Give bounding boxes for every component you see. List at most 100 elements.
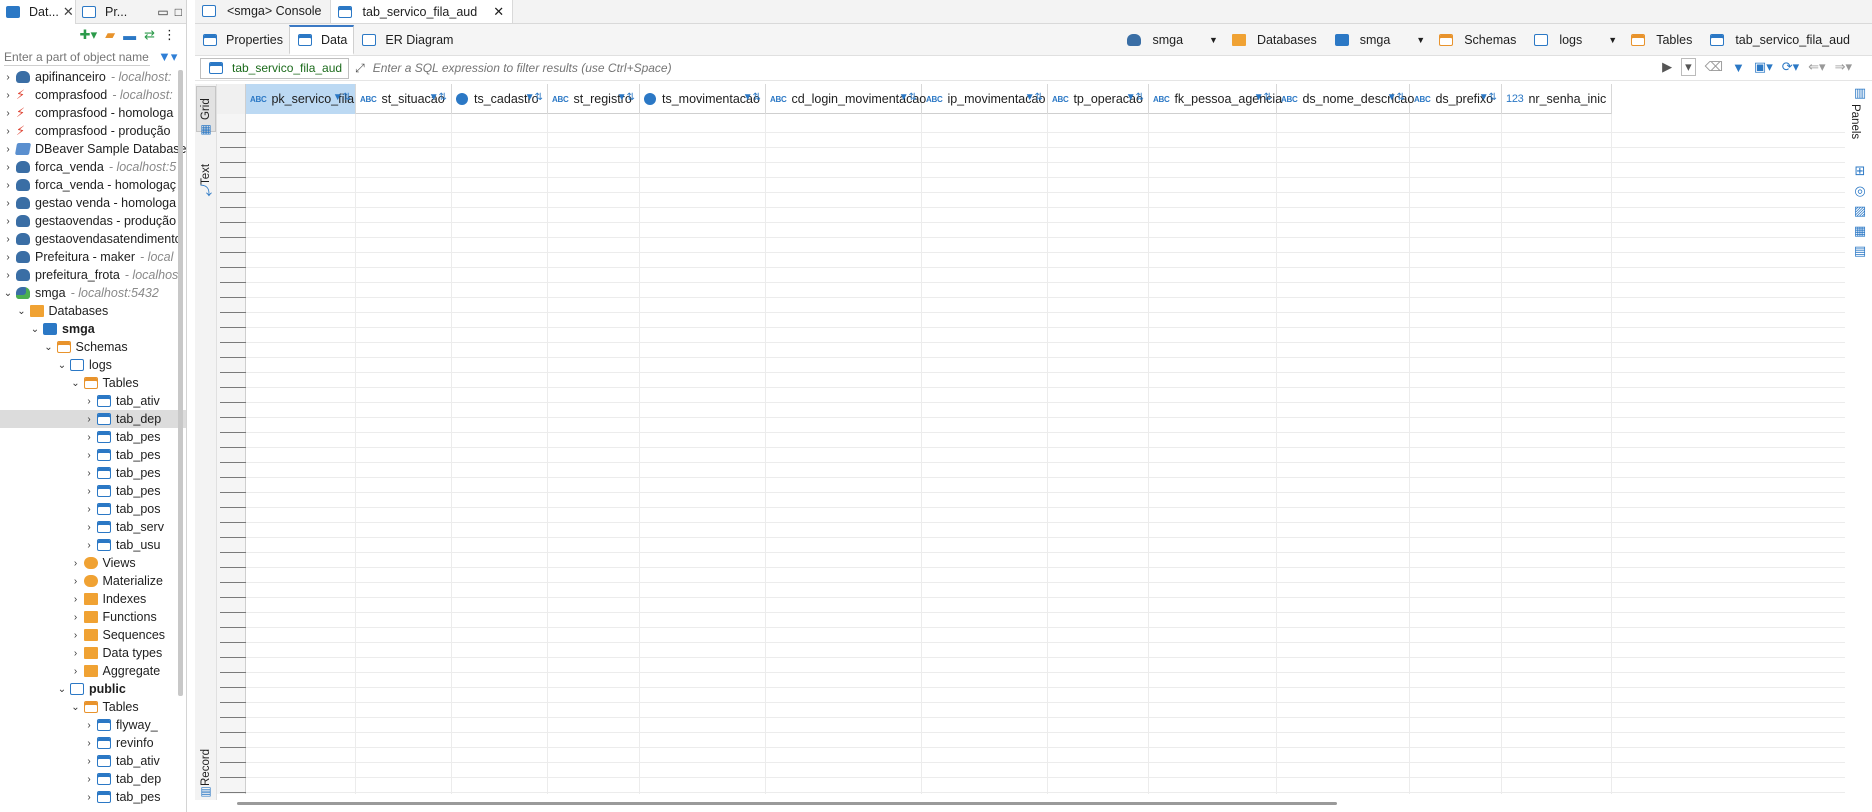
grid-body[interactable] bbox=[246, 114, 1845, 794]
chevron-right-icon[interactable]: › bbox=[83, 540, 95, 551]
chevron-right-icon[interactable]: › bbox=[2, 180, 14, 191]
chevron-right-icon[interactable]: › bbox=[83, 414, 95, 425]
chevron-down-icon[interactable]: ▼ bbox=[1209, 35, 1218, 45]
tree-node[interactable]: ⌄ Schemas bbox=[0, 338, 186, 356]
chevron-down-icon[interactable]: ▼ bbox=[1416, 35, 1425, 45]
breadcrumb-item[interactable]: Schemas bbox=[1464, 33, 1516, 47]
grouping-icon[interactable]: ▨ bbox=[1853, 204, 1867, 218]
chevron-down-icon[interactable]: ▼ bbox=[1608, 35, 1617, 45]
tree-node[interactable]: ⌄ Tables bbox=[0, 698, 186, 716]
column-header[interactable]: ABC ds_prefixo ▼⇅ bbox=[1410, 84, 1502, 114]
chevron-right-icon[interactable]: › bbox=[83, 432, 95, 443]
breadcrumb-item[interactable]: Databases bbox=[1257, 33, 1317, 47]
tree-node[interactable]: › tab_dep bbox=[0, 410, 186, 428]
tree-node[interactable]: › gestao venda - homologa bbox=[0, 194, 186, 212]
tree-node[interactable]: › Views bbox=[0, 554, 186, 572]
breadcrumb-item[interactable]: logs bbox=[1559, 33, 1582, 47]
breadcrumb-item[interactable]: tab_servico_fila_aud bbox=[1735, 33, 1850, 47]
column-header[interactable]: ABC ds_nome_descricao ▼⇅ bbox=[1277, 84, 1414, 114]
tree-node[interactable]: › ⚡ comprasfood - produção bbox=[0, 122, 186, 140]
column-filter-sort-icon[interactable]: ▼⇅ bbox=[1479, 92, 1497, 103]
collapse-all-icon[interactable]: ▬ bbox=[123, 28, 136, 43]
maximize-icon[interactable]: □ bbox=[175, 5, 182, 19]
column-header[interactable]: ts_movimentacao ▼⇅ bbox=[640, 84, 766, 114]
filter-history-icon[interactable]: ▾ bbox=[1681, 58, 1696, 76]
tab-er-diagram[interactable]: ER Diagram bbox=[354, 25, 459, 55]
tree-node[interactable]: › gestaovendas - produção bbox=[0, 212, 186, 230]
chevron-right-icon[interactable]: › bbox=[2, 126, 14, 137]
close-icon[interactable]: ✕ bbox=[63, 4, 74, 20]
tree-node[interactable]: › Aggregate bbox=[0, 662, 186, 680]
column-header[interactable]: ts_cadastro ▼⇅ bbox=[452, 84, 548, 114]
column-filter-sort-icon[interactable]: ▼⇅ bbox=[429, 92, 447, 103]
calc-icon[interactable]: ▦ bbox=[1853, 224, 1867, 238]
chevron-right-icon[interactable]: › bbox=[83, 522, 95, 533]
tree-node[interactable]: › Indexes bbox=[0, 590, 186, 608]
tree-node[interactable]: › DBeaver Sample Database bbox=[0, 140, 186, 158]
chevron-down-icon[interactable]: ⌄ bbox=[29, 324, 41, 335]
grid-icon[interactable]: ▦ bbox=[199, 122, 213, 136]
metadata-icon[interactable]: ◎ bbox=[1853, 184, 1867, 198]
chevron-right-icon[interactable]: › bbox=[70, 594, 82, 605]
tree-node[interactable]: › tab_pes bbox=[0, 482, 186, 500]
tree-node[interactable]: ⌄ Databases bbox=[0, 302, 186, 320]
expand-icon[interactable]: ⤢ bbox=[355, 61, 365, 76]
new-connection-icon[interactable]: ✚▾ bbox=[80, 27, 97, 43]
tree-node[interactable]: › forca_venda - homologaç bbox=[0, 176, 186, 194]
chevron-right-icon[interactable]: › bbox=[83, 504, 95, 515]
close-icon[interactable]: ✕ bbox=[493, 4, 504, 20]
column-header[interactable]: ABC tp_operacao ▼⇅ bbox=[1048, 84, 1149, 114]
active-table-tag[interactable]: tab_servico_fila_aud bbox=[200, 57, 350, 79]
chevron-down-icon[interactable]: ⌄ bbox=[56, 360, 68, 371]
column-filter-sort-icon[interactable]: ▼⇅ bbox=[743, 92, 761, 103]
results-horizontal-scrollbar[interactable] bbox=[237, 802, 1337, 805]
tree-node[interactable]: ⌄ Tables bbox=[0, 374, 186, 392]
tree-node[interactable]: › Prefeitura - maker - local bbox=[0, 248, 186, 266]
tree-node[interactable]: ⌄ smga - localhost:5432 bbox=[0, 284, 186, 302]
view-menu-icon[interactable]: ⋮ bbox=[163, 27, 176, 43]
back-icon[interactable]: ⇐▾ bbox=[1808, 59, 1825, 75]
forward-icon[interactable]: ⇒▾ bbox=[1835, 59, 1852, 75]
chevron-right-icon[interactable]: › bbox=[83, 720, 95, 731]
tree-node[interactable]: › Sequences bbox=[0, 626, 186, 644]
filter-settings-icon[interactable]: ▼ bbox=[1732, 60, 1745, 75]
tab-projects[interactable]: Pr... bbox=[76, 0, 154, 24]
column-filter-sort-icon[interactable]: ▼⇅ bbox=[1387, 92, 1405, 103]
grid-corner[interactable] bbox=[217, 84, 246, 114]
link-with-editor-icon[interactable]: ⇄ bbox=[144, 27, 155, 43]
tab-database-navigator[interactable]: Dat... ✕ bbox=[0, 0, 76, 24]
erase-filter-icon[interactable]: ⌫ bbox=[1705, 59, 1723, 75]
tree-node[interactable]: › tab_pes bbox=[0, 464, 186, 482]
tree-node[interactable]: › Data types bbox=[0, 644, 186, 662]
tree-node[interactable]: › ⚡ comprasfood - homologa bbox=[0, 104, 186, 122]
chevron-right-icon[interactable]: › bbox=[2, 252, 14, 263]
tree-node[interactable]: › forca_venda - localhost:5 bbox=[0, 158, 186, 176]
column-header[interactable]: 123 nr_senha_inic bbox=[1502, 84, 1612, 114]
minimize-icon[interactable]: ▭ bbox=[157, 5, 168, 19]
chevron-right-icon[interactable]: › bbox=[83, 792, 95, 803]
tree-node[interactable]: › tab_dep bbox=[0, 770, 186, 788]
column-header[interactable]: ABC fk_pessoa_agencia ▼⇅ bbox=[1149, 84, 1282, 114]
tree-node[interactable]: › tab_pes bbox=[0, 446, 186, 464]
column-filter-sort-icon[interactable]: ▼⇅ bbox=[1025, 92, 1043, 103]
column-header[interactable]: ABC st_situacao ▼⇅ bbox=[356, 84, 452, 114]
tree-node[interactable]: › tab_ativ bbox=[0, 752, 186, 770]
apply-filter-icon[interactable]: ▶ bbox=[1662, 59, 1672, 75]
chevron-right-icon[interactable]: › bbox=[2, 270, 14, 281]
tree-node[interactable]: › tab_pos bbox=[0, 500, 186, 518]
column-filter-sort-icon[interactable]: ▼⇅ bbox=[333, 92, 351, 103]
tree-node[interactable]: › revinfo bbox=[0, 734, 186, 752]
column-header[interactable]: ABC st_registro ▼⇅ bbox=[548, 84, 640, 114]
results-grid[interactable]: ABC pk_servico_fila ▼⇅ ABC st_situacao ▼⇅ ts_c… bbox=[217, 84, 1845, 794]
tree-node[interactable]: ⌄ logs bbox=[0, 356, 186, 374]
column-header[interactable]: ABC ip_movimentacao ▼⇅ bbox=[922, 84, 1048, 114]
column-filter-sort-icon[interactable]: ▼⇅ bbox=[525, 92, 543, 103]
chevron-right-icon[interactable]: › bbox=[70, 630, 82, 641]
chevron-right-icon[interactable]: › bbox=[83, 396, 95, 407]
chevron-right-icon[interactable]: › bbox=[2, 144, 14, 155]
chevron-down-icon[interactable]: ⌄ bbox=[56, 684, 68, 695]
column-filter-sort-icon[interactable]: ▼⇅ bbox=[617, 92, 635, 103]
chevron-down-icon[interactable]: ⌄ bbox=[43, 342, 55, 353]
tree-node[interactable]: › tab_usu bbox=[0, 536, 186, 554]
breadcrumb-item[interactable]: smga bbox=[1152, 33, 1183, 47]
